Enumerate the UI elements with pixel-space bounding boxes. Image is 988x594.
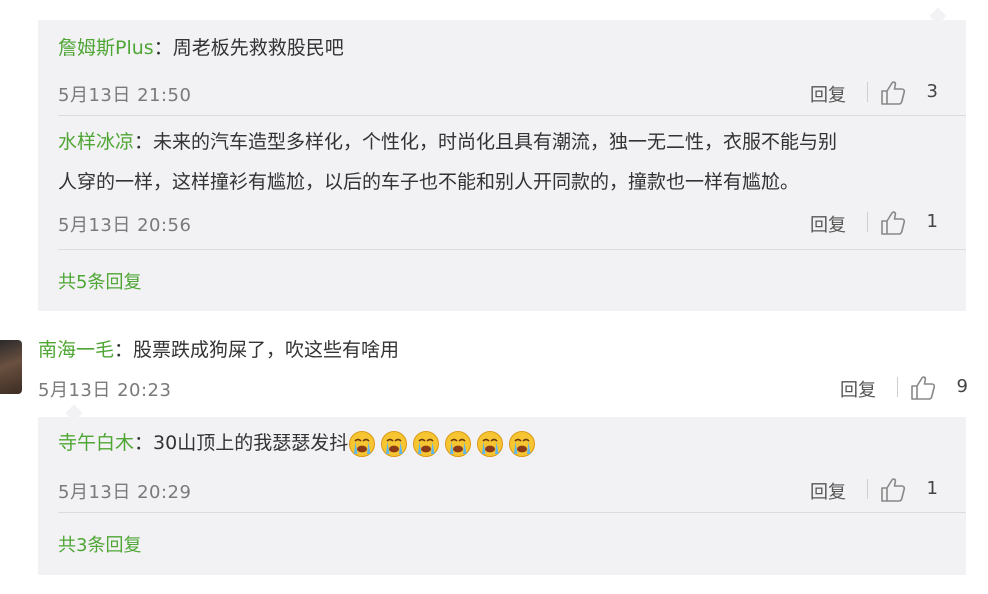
- reply-content: ：周老板先救救股民吧: [153, 37, 344, 59]
- comment-text: 南海一毛：股票跌成狗屎了，吹这些有啥用: [38, 330, 968, 370]
- thumbs-up-icon[interactable]: [878, 78, 908, 108]
- crying-face-icon: [477, 430, 504, 457]
- view-more-replies-link[interactable]: 共5条回复: [58, 268, 141, 294]
- reply-divider: [58, 512, 966, 513]
- reply-thread-2: 寺午白木：30山顶上的我瑟瑟发抖 5月13日 20:29 回复 1 共3条回复: [38, 404, 966, 575]
- crying-face-icon: [413, 430, 440, 457]
- reply-thread-1: 詹姆斯Plus：周老板先救救股民吧 5月13日 21:50 回复 3 水样冰凉：…: [38, 7, 966, 311]
- avatar[interactable]: [0, 340, 22, 394]
- username-link[interactable]: 南海一毛: [38, 339, 114, 361]
- username-link[interactable]: 水样冰凉: [58, 131, 134, 153]
- reply-divider: [58, 249, 966, 250]
- reply-item: 詹姆斯Plus：周老板先救救股民吧 5月13日 21:50 回复 3: [58, 28, 938, 106]
- reply-text-line2: 人穿的一样，这样撞衫有尴尬，以后的车子也不能和别人开同款的，撞款也一样有尴尬。: [58, 171, 800, 193]
- divider: [867, 212, 868, 232]
- reply-meta: 5月13日 20:29 回复 1: [58, 475, 938, 505]
- crying-face-icon: [445, 430, 472, 457]
- reply-button[interactable]: 回复: [840, 376, 876, 402]
- reply-content: ：未来的汽车造型多样化，个性化，时尚化且具有潮流，独一无二性，衣服不能与别: [134, 131, 838, 153]
- like-count: 9: [956, 376, 968, 397]
- thread-pointer: [65, 404, 83, 422]
- reply-meta: 5月13日 21:50 回复 3: [58, 78, 938, 108]
- username-link[interactable]: 寺午白木: [58, 432, 134, 454]
- view-more-replies-link[interactable]: 共3条回复: [58, 531, 141, 557]
- crying-face-icon: [509, 430, 536, 457]
- comment-item: 南海一毛：股票跌成狗屎了，吹这些有啥用 5月13日 20:23 回复 9: [38, 330, 968, 401]
- reply-divider: [58, 115, 966, 116]
- like-count: 1: [926, 478, 938, 499]
- reply-text: 寺午白木：30山顶上的我瑟瑟发抖: [58, 423, 938, 463]
- reply-item: 寺午白木：30山顶上的我瑟瑟发抖 5月13日 20:29 回复 1: [58, 423, 938, 503]
- timestamp: 5月13日 21:50: [58, 85, 192, 106]
- reply-text: 詹姆斯Plus：周老板先救救股民吧: [58, 28, 938, 68]
- reply-meta: 5月13日 20:56 回复 1: [58, 208, 938, 238]
- reply-button[interactable]: 回复: [810, 478, 846, 504]
- thumbs-up-icon[interactable]: [908, 373, 938, 403]
- reply-button[interactable]: 回复: [810, 211, 846, 237]
- username-link[interactable]: 詹姆斯Plus: [58, 37, 154, 59]
- thread-pointer: [929, 7, 947, 25]
- crying-face-icon: [381, 430, 408, 457]
- emoji-row: [348, 430, 540, 457]
- divider: [897, 377, 898, 397]
- like-count: 1: [926, 211, 938, 232]
- divider: [867, 82, 868, 102]
- like-count: 3: [926, 81, 938, 102]
- comment-content: ：股票跌成狗屎了，吹这些有啥用: [114, 339, 400, 361]
- reply-content: ：30山顶上的我瑟瑟发抖: [134, 432, 349, 454]
- comment-meta: 5月13日 20:23 回复 9: [38, 373, 968, 403]
- reply-item: 水样冰凉：未来的汽车造型多样化，个性化，时尚化且具有潮流，独一无二性，衣服不能与…: [58, 122, 938, 236]
- thumbs-up-icon[interactable]: [878, 208, 908, 238]
- crying-face-icon: [349, 430, 376, 457]
- timestamp: 5月13日 20:29: [58, 482, 192, 503]
- reply-text-line1: 水样冰凉：未来的汽车造型多样化，个性化，时尚化且具有潮流，独一无二性，衣服不能与…: [58, 122, 938, 162]
- thumbs-up-icon[interactable]: [878, 475, 908, 505]
- timestamp: 5月13日 20:56: [58, 215, 192, 236]
- timestamp: 5月13日 20:23: [38, 380, 172, 401]
- divider: [867, 479, 868, 499]
- reply-button[interactable]: 回复: [810, 81, 846, 107]
